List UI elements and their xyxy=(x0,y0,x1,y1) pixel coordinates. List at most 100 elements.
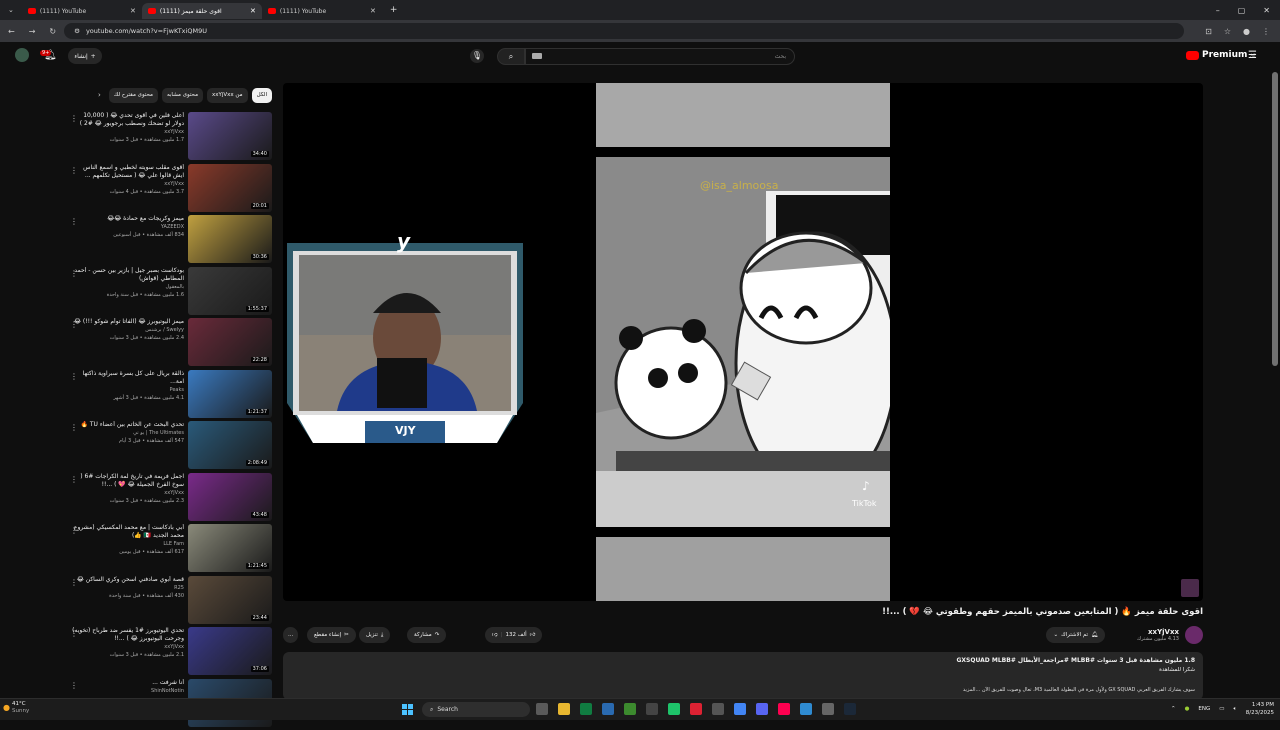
discord-icon[interactable] xyxy=(756,703,768,715)
chip-related[interactable]: محتوى مشابه xyxy=(162,88,203,103)
recommendation-item[interactable]: 1:21:37ذالقة بريال على كل بسرة سبراوية ذ… xyxy=(66,370,272,422)
tray-chevron-icon[interactable]: ⌃ xyxy=(1171,706,1176,712)
chip-all[interactable]: الكل xyxy=(252,88,272,103)
app-icon[interactable] xyxy=(668,703,680,715)
maximize-icon[interactable]: ▢ xyxy=(1238,6,1246,15)
dislike-icon[interactable]: 👎︎ xyxy=(492,632,498,638)
more-options-icon[interactable]: ⋮ xyxy=(70,320,78,329)
download-button[interactable]: تنزيل⤓ xyxy=(359,627,390,643)
channel-name[interactable]: xxYjVxx xyxy=(1137,628,1179,636)
close-tab-icon[interactable]: ✕ xyxy=(370,7,376,15)
more-options-icon[interactable]: ⋮ xyxy=(70,681,78,690)
tab-search-icon[interactable]: ⌄ xyxy=(0,6,22,14)
site-info-icon[interactable]: ⚙ xyxy=(74,27,80,35)
more-options-icon[interactable]: ⋮ xyxy=(70,114,78,123)
video-thumbnail[interactable]: 43:48 xyxy=(188,473,272,521)
recommendation-item[interactable]: 2:08:49 تحدي البحث عن الخاتم بين أعضاء TU… xyxy=(66,421,272,473)
minimize-icon[interactable]: – xyxy=(1216,6,1220,15)
recommendation-item[interactable]: 37:06تحدي اليوتيوبرز #1 يفسر ضد طرباح (ت… xyxy=(66,627,272,679)
reload-icon[interactable]: ↻ xyxy=(49,27,56,36)
channel-name[interactable]: ShinNotNotin xyxy=(72,687,184,695)
taskbar-search[interactable]: ⌕Search xyxy=(422,702,530,717)
clip-button[interactable]: إنشاء مقطع✂ xyxy=(307,627,356,643)
browser-tab-2[interactable]: (1111) اقوى حلقة ميمز✕ xyxy=(142,3,262,19)
create-button[interactable]: إنشاء+ xyxy=(68,48,102,64)
network-icon[interactable]: ▭ xyxy=(1219,706,1224,712)
more-actions-button[interactable]: ... xyxy=(283,627,298,643)
steam-icon[interactable] xyxy=(844,703,856,715)
video-title[interactable]: قصة أبوي صادفني اسحن وكري الساكن 😂 xyxy=(72,576,184,584)
video-thumbnail[interactable]: 37:06 xyxy=(188,627,272,675)
video-title[interactable]: ذالقة بريال على كل بسرة سبراوية ذاكتها ا… xyxy=(72,370,184,386)
more-options-icon[interactable]: ⋮ xyxy=(70,269,78,278)
lang-indicator[interactable]: ENG xyxy=(1198,706,1210,712)
account-avatar[interactable] xyxy=(15,48,29,62)
app-icon[interactable] xyxy=(690,703,702,715)
weather-widget[interactable]: 41°C Sunny xyxy=(12,701,29,715)
browser-tab-1[interactable]: (1111) YouTube✕ xyxy=(22,3,142,19)
video-thumbnail[interactable]: 22:28 xyxy=(188,318,272,366)
recommendation-item[interactable]: 23:44قصة أبوي صادفني اسحن وكري الساكن 😂R… xyxy=(66,576,272,628)
chrome-active-icon[interactable] xyxy=(800,703,812,715)
video-title[interactable]: ميمز وكريجات مع حمادة 😂😂 xyxy=(72,215,184,223)
bookmark-star-icon[interactable]: ☆ xyxy=(1224,27,1231,36)
recommendation-item[interactable]: 30:36ميمز وكريجات مع حمادة 😂😂YAZEEDX834 … xyxy=(66,215,272,267)
more-options-icon[interactable]: ⋮ xyxy=(70,475,78,484)
channel-name[interactable]: xxYjVxx xyxy=(72,180,184,188)
video-thumbnail[interactable]: 34:40 xyxy=(188,112,272,160)
recommendation-item[interactable]: 1:21:45أبي بادكاست | مع محمد المكسيكي (م… xyxy=(66,524,272,576)
video-thumbnail[interactable]: 23:44 xyxy=(188,576,272,624)
recommendation-item[interactable]: 1:55:37بودكاست بصبر جيل | بازير بين حسن … xyxy=(66,267,272,319)
guide-menu-icon[interactable]: ☰ xyxy=(1248,50,1257,61)
video-title[interactable]: تحدي اليوتيوبرز #1 يفسر ضد طرباح (تخويه)… xyxy=(72,627,184,643)
chip-recommended[interactable]: محتوى مقترح لك xyxy=(109,88,158,103)
channel-name[interactable]: xxYjVxx xyxy=(72,643,184,651)
excel-icon[interactable] xyxy=(580,703,592,715)
voice-search-mic-icon[interactable]: 🎙︎ xyxy=(470,49,484,63)
search-button[interactable]: ⌕ xyxy=(497,48,525,65)
profile-icon[interactable]: ● xyxy=(1243,27,1250,36)
channel-name[interactable]: Swelyy / برشنس xyxy=(72,326,184,334)
video-title[interactable]: أعلى فلين في أقوى تحدي 😂 ( 10,000 دولار … xyxy=(72,112,184,128)
install-icon[interactable]: ⊡ xyxy=(1205,27,1212,36)
video-title[interactable]: أبي بادكاست | مع محمد المكسيكي (مشروع مح… xyxy=(72,524,184,540)
close-tab-icon[interactable]: ✕ xyxy=(130,7,136,15)
minecraft-icon[interactable] xyxy=(624,703,636,715)
recommendation-item[interactable]: 22:28 ميمز اليوتيوبرز 😂 (الفاتا توأم شوكو… xyxy=(66,318,272,370)
chrome-icon[interactable] xyxy=(734,703,746,715)
video-title[interactable]: تحدي البحث عن الخاتم بين أعضاء TU 🔥 xyxy=(72,421,184,429)
like-icon[interactable]: 👍︎ xyxy=(530,632,536,638)
new-tab-button[interactable]: + xyxy=(382,5,406,15)
video-title[interactable]: ميمز اليوتيوبرز 😂 (الفاتا توأم شوكو !!!)… xyxy=(72,318,184,326)
forward-icon[interactable]: → xyxy=(29,27,36,36)
app-icon[interactable] xyxy=(822,703,834,715)
video-thumbnail[interactable]: 20:01 xyxy=(188,164,272,212)
channel-name[interactable]: YAZEEDX xyxy=(72,223,184,231)
tiktok-icon[interactable] xyxy=(778,703,790,715)
tray-app-icon[interactable]: ● xyxy=(1185,706,1190,712)
more-options-icon[interactable]: ⋮ xyxy=(70,372,78,381)
close-tab-icon[interactable]: ✕ xyxy=(250,7,256,15)
video-title[interactable]: اجمل فريمة في تاريخ لمة الكراجات #6 ( سو… xyxy=(72,473,184,489)
recommendation-item[interactable]: 43:48اجمل فريمة في تاريخ لمة الكراجات #6… xyxy=(66,473,272,525)
channel-name[interactable]: LLE Fam xyxy=(72,540,184,548)
video-player[interactable]: @isa_almoosa ♪ TikTok y VJY xyxy=(283,83,1203,601)
description-box[interactable]: 1.8 مليون مشاهدة قبل 3 سنوات #MLBB #مراج… xyxy=(283,652,1203,700)
app-icon[interactable] xyxy=(712,703,724,715)
app-icon[interactable] xyxy=(602,703,614,715)
browser-tab-3[interactable]: (1111) YouTube✕ xyxy=(262,3,382,19)
volume-icon[interactable]: 🔈︎ xyxy=(1233,706,1236,713)
close-window-icon[interactable]: ✕ xyxy=(1263,6,1270,15)
channel-name[interactable]: بالمعقول xyxy=(72,283,184,291)
video-thumbnail[interactable]: 2:08:49 xyxy=(188,421,272,469)
channel-name[interactable]: xxYjVxx xyxy=(72,489,184,497)
video-thumbnail[interactable]: 1:21:45 xyxy=(188,524,272,572)
more-options-icon[interactable]: ⋮ xyxy=(70,629,78,638)
video-title[interactable]: أنا شرفت ... xyxy=(72,679,184,687)
like-dislike-button[interactable]: 👎︎|132 ألف👍︎ xyxy=(485,627,542,643)
search-input[interactable]: بحث xyxy=(525,48,795,65)
video-thumbnail[interactable]: 1:55:37 xyxy=(188,267,272,315)
task-view-icon[interactable] xyxy=(536,703,548,715)
clock[interactable]: 1:43 PM 8/23/2025 xyxy=(1246,701,1274,717)
app-icon[interactable] xyxy=(646,703,658,715)
